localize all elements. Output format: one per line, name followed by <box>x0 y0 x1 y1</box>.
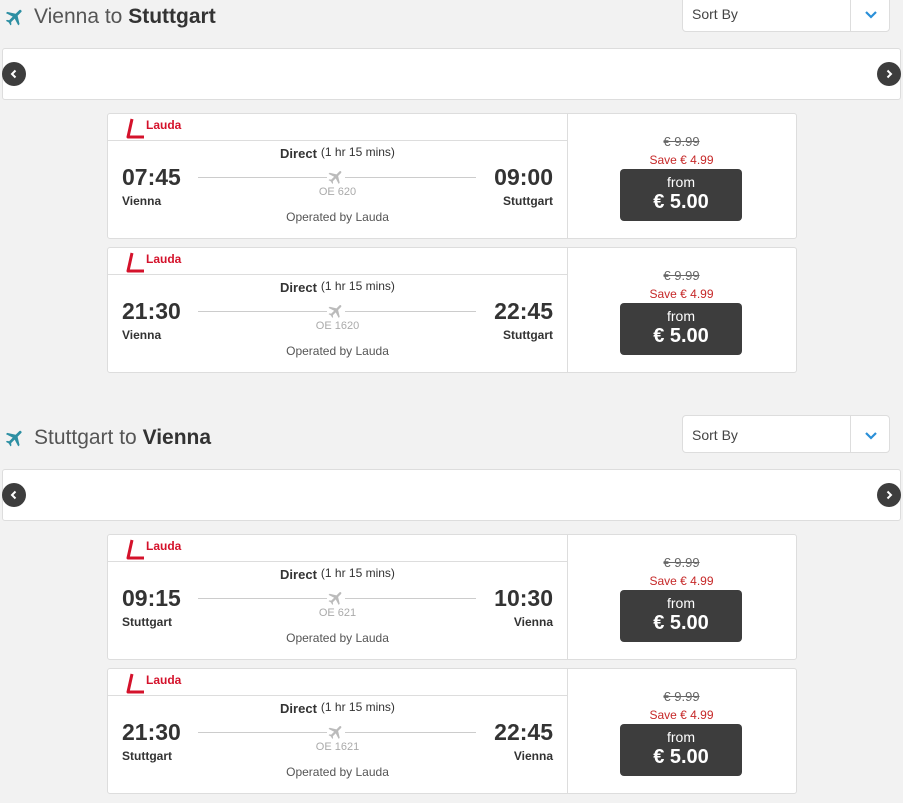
lauda-logo <box>126 539 144 560</box>
plane-icon <box>327 302 345 320</box>
prev-date-button[interactable] <box>2 62 26 86</box>
plane-icon <box>5 430 22 447</box>
airline-logo: Lauda <box>126 250 181 274</box>
sort-label: Sort By <box>692 427 738 443</box>
lauda-logo <box>126 118 144 139</box>
chevron-down-icon[interactable] <box>863 6 879 22</box>
date-carousel <box>2 48 901 100</box>
operated-by: Operated by Lauda <box>286 765 389 779</box>
from-label: from <box>667 729 695 745</box>
arrival-time: 10:30 <box>494 585 553 611</box>
title-origin: Vienna to <box>34 5 129 28</box>
next-date-button[interactable] <box>877 483 901 507</box>
price-amount: € 5.00 <box>653 746 709 768</box>
airline-logo: Lauda <box>126 116 181 140</box>
divider <box>108 695 567 696</box>
operated-by: Operated by Lauda <box>286 210 389 224</box>
old-price: € 9.99 <box>663 134 700 149</box>
airline-name: Lauda <box>146 118 182 132</box>
sort-dropdown[interactable]: Sort By <box>682 415 890 453</box>
select-fare-button[interactable]: from € 5.00 <box>620 303 742 355</box>
sort-divider <box>850 416 851 452</box>
old-price: € 9.99 <box>663 555 700 570</box>
flight-duration: (1 hr 15 mins) <box>320 566 395 580</box>
old-price: € 9.99 <box>663 268 700 283</box>
divider <box>108 140 567 141</box>
sort-dropdown[interactable]: Sort By <box>682 0 890 32</box>
price-amount: € 5.00 <box>653 612 709 634</box>
chevron-right-icon <box>886 490 893 500</box>
select-fare-button[interactable]: from € 5.00 <box>620 590 742 642</box>
select-fare-button[interactable]: from € 5.00 <box>620 169 742 221</box>
plane-icon <box>327 589 345 607</box>
chevron-left-icon <box>10 490 17 500</box>
savings-text: Save € 4.99 <box>649 153 714 167</box>
operated-by: Operated by Lauda <box>286 631 389 645</box>
flight-info: Lauda Direct (1 hr 15 mins) 21:30 Stuttga… <box>108 669 568 793</box>
lauda-logo <box>126 252 144 273</box>
flight-card[interactable]: Lauda Direct (1 hr 15 mins) 09:15 Stuttga… <box>107 534 797 660</box>
flight-duration: (1 hr 15 mins) <box>320 145 395 159</box>
title-destination: Stuttgart <box>128 5 216 28</box>
select-fare-button[interactable]: from € 5.00 <box>620 724 742 776</box>
savings-text: Save € 4.99 <box>649 287 714 301</box>
old-price: € 9.99 <box>663 689 700 704</box>
airline-name: Lauda <box>146 252 182 266</box>
airline-name: Lauda <box>146 673 182 687</box>
flight-duration: (1 hr 15 mins) <box>320 279 395 293</box>
arrival-time: 09:00 <box>494 164 553 190</box>
plane-icon <box>327 723 345 741</box>
section-title: Vienna to Stuttgart <box>4 0 216 34</box>
flight-card[interactable]: Lauda Direct (1 hr 15 mins) 21:30 Stuttga… <box>107 668 797 794</box>
divider <box>108 561 567 562</box>
flight-duration: (1 hr 15 mins) <box>320 700 395 714</box>
title-origin: Stuttgart to <box>34 426 143 449</box>
flight-info: Lauda Direct (1 hr 15 mins) 09:15 Stuttga… <box>108 535 568 659</box>
arrival-time: 22:45 <box>494 719 553 745</box>
airline-logo: Lauda <box>126 537 181 561</box>
plane-icon <box>327 168 345 186</box>
savings-text: Save € 4.99 <box>649 708 714 722</box>
divider <box>108 274 567 275</box>
arrival-city: Stuttgart <box>503 328 553 342</box>
flight-info: Lauda Direct (1 hr 15 mins) 21:30 Vienna … <box>108 248 568 372</box>
arrival-time: 22:45 <box>494 298 553 324</box>
arrival-city: Vienna <box>513 749 553 763</box>
airline-name: Lauda <box>146 539 182 553</box>
sort-divider <box>850 0 851 31</box>
chevron-down-icon[interactable] <box>863 427 879 443</box>
price-amount: € 5.00 <box>653 325 709 347</box>
section-title: Stuttgart to Vienna <box>4 421 211 455</box>
price-panel: € 9.99 Save € 4.99 from € 5.00 <box>567 114 796 238</box>
savings-text: Save € 4.99 <box>649 574 714 588</box>
chevron-right-icon <box>886 69 893 79</box>
from-label: from <box>667 308 695 324</box>
flight-card[interactable]: Lauda Direct (1 hr 15 mins) 07:45 Vienna … <box>107 113 797 239</box>
from-label: from <box>667 174 695 190</box>
flight-card[interactable]: Lauda Direct (1 hr 15 mins) 21:30 Vienna … <box>107 247 797 373</box>
price-panel: € 9.99 Save € 4.99 from € 5.00 <box>567 669 796 793</box>
price-panel: € 9.99 Save € 4.99 from € 5.00 <box>567 248 796 372</box>
flight-type: Direct (1 hr 15 mins) <box>280 566 395 582</box>
price-amount: € 5.00 <box>653 191 709 213</box>
from-label: from <box>667 595 695 611</box>
title-destination: Vienna <box>142 426 212 449</box>
price-panel: € 9.99 Save € 4.99 from € 5.00 <box>567 535 796 659</box>
airline-logo: Lauda <box>126 671 181 695</box>
plane-icon <box>5 9 22 26</box>
operated-by: Operated by Lauda <box>286 344 389 358</box>
next-date-button[interactable] <box>877 62 901 86</box>
date-carousel <box>2 469 901 521</box>
prev-date-button[interactable] <box>2 483 26 507</box>
flight-info: Lauda Direct (1 hr 15 mins) 07:45 Vienna … <box>108 114 568 238</box>
sort-label: Sort By <box>692 6 738 22</box>
arrival-city: Vienna <box>513 615 553 629</box>
arrival-city: Stuttgart <box>503 194 553 208</box>
flight-type: Direct (1 hr 15 mins) <box>280 700 395 716</box>
lauda-logo <box>126 673 144 694</box>
flight-type: Direct (1 hr 15 mins) <box>280 145 395 161</box>
flight-type: Direct (1 hr 15 mins) <box>280 279 395 295</box>
chevron-left-icon <box>10 69 17 79</box>
